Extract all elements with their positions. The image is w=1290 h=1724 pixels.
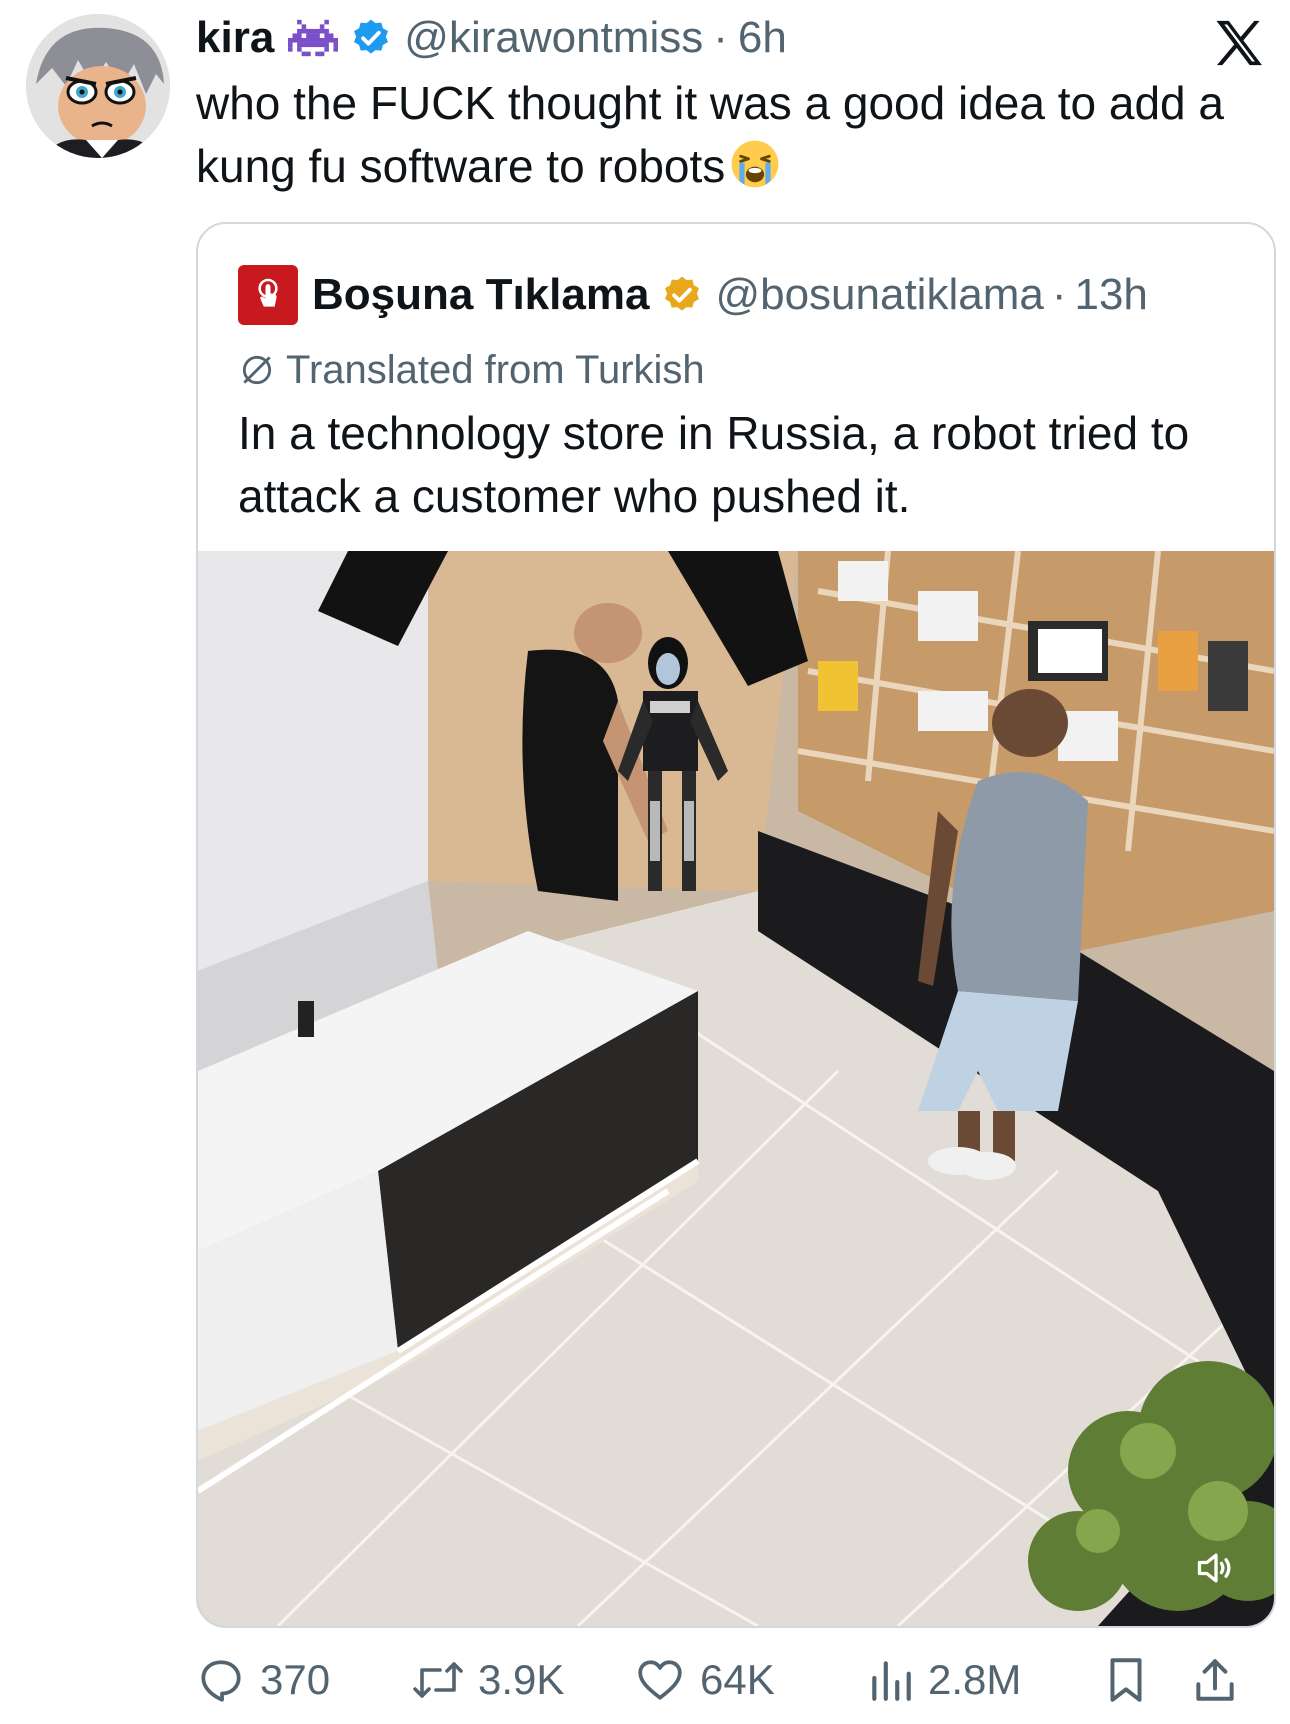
quoted-header-separator: · (1051, 270, 1067, 319)
quoted-author-avatar[interactable] (238, 265, 298, 325)
author-display-name[interactable]: kira (196, 13, 274, 63)
quoted-timestamp[interactable]: 13h (1074, 270, 1147, 320)
translated-from-text: Translated from Turkish (286, 347, 705, 392)
author-handle[interactable]: @kirawontmiss (404, 13, 703, 63)
author-avatar[interactable] (26, 14, 170, 158)
repost-button[interactable]: 3.9K (412, 1650, 564, 1710)
loudly-crying-face-emoji-icon (729, 138, 781, 206)
tweet-timestamp[interactable]: 6h (738, 13, 787, 63)
bookmark-icon (1110, 1658, 1142, 1702)
quoted-tweet-header: Boşuna Tıklama @bosunatiklama · 13h (238, 264, 1148, 326)
tap-finger-icon (258, 278, 278, 307)
views-button[interactable]: 2.8M (868, 1650, 1021, 1710)
tweet-action-bar: 370 3.9K 64K 2.8M (196, 1650, 1272, 1710)
like-count: 64K (700, 1656, 775, 1703)
speaker-muted-icon (1197, 1553, 1231, 1583)
tweet-header: kira @kirawontmiss · 6h (196, 10, 787, 66)
quoted-author-handle[interactable]: @bosunatiklama (715, 270, 1043, 320)
translate-globe-icon (242, 355, 272, 385)
verified-badge-icon (350, 17, 392, 59)
quoted-tweet-card[interactable]: Boşuna Tıklama @bosunatiklama · 13h Tran… (196, 222, 1276, 1628)
gold-verified-badge-icon (661, 274, 703, 316)
quoted-author-display-name[interactable]: Boşuna Tıklama (312, 270, 649, 320)
bookmark-button[interactable] (1104, 1650, 1148, 1710)
avatar-image (26, 14, 170, 158)
share-button[interactable] (1192, 1650, 1238, 1710)
heart-icon (638, 1660, 682, 1700)
reply-count: 370 (260, 1656, 331, 1703)
tweet-text: who the FUCK thought it was a good idea … (196, 72, 1276, 206)
quoted-tweet-video[interactable] (198, 551, 1274, 1626)
x-logo-icon (1210, 14, 1268, 72)
repost-arrows-icon (413, 1662, 463, 1698)
reply-button[interactable]: 370 (196, 1650, 330, 1710)
share-upload-icon (1196, 1659, 1234, 1701)
views-bar-chart-icon (872, 1661, 911, 1701)
header-separator: · (713, 13, 728, 62)
views-count: 2.8M (928, 1656, 1022, 1703)
mute-toggle-button[interactable] (1188, 1540, 1244, 1596)
translated-label-row[interactable]: Translated from Turkish (238, 342, 705, 398)
alien-monster-emoji-icon (288, 18, 339, 58)
repost-count: 3.9K (478, 1656, 565, 1703)
video-frame-image (198, 551, 1274, 1626)
tweet-body: who the FUCK thought it was a good idea … (196, 77, 1224, 192)
reply-bubble-icon (201, 1660, 241, 1702)
quoted-tweet-text: In a technology store in Russia, a robot… (238, 407, 1190, 522)
like-button[interactable]: 64K (634, 1650, 775, 1710)
